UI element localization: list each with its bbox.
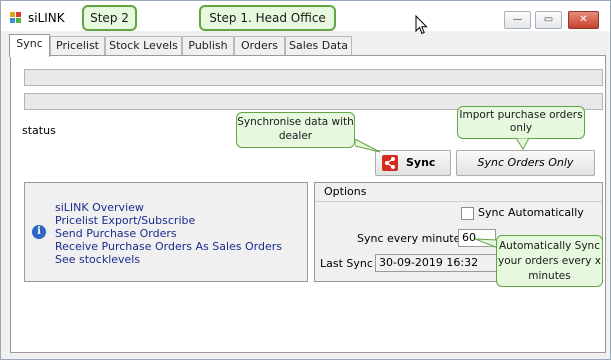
- sync-tab-panel: status Sync Sync Orders Only i siLINK Ov…: [10, 55, 606, 353]
- last-sync-field: 30-09-2019 16:32: [375, 254, 500, 272]
- sync-automatically-checkbox[interactable]: [461, 207, 474, 220]
- minimize-button[interactable]: —: [504, 11, 531, 29]
- tab-stock-levels[interactable]: Stock Levels: [105, 36, 182, 56]
- share-icon: [382, 155, 398, 171]
- tab-orders[interactable]: Orders: [234, 36, 285, 56]
- callout-step-1: Step 1. Head Office: [199, 5, 336, 31]
- sync-every-minutes-label: Sync every minutes: [357, 232, 467, 245]
- callout-import-po: Import purchase orders only: [457, 106, 585, 139]
- tab-sync[interactable]: Sync: [9, 34, 50, 57]
- last-sync-label: Last Sync: [320, 257, 373, 270]
- callout-step-2: Step 2: [82, 5, 137, 31]
- link-see-stocklevels[interactable]: See stocklevels: [55, 253, 140, 266]
- callout-auto-sync: Automatically Sync your orders every x m…: [496, 235, 603, 287]
- info-group: i siLINK Overview Pricelist Export/Subsc…: [24, 182, 308, 282]
- sync-automatically-label: Sync Automatically: [478, 206, 584, 219]
- callout-pointer: [516, 138, 530, 150]
- link-silink-overview[interactable]: siLINK Overview: [55, 201, 144, 214]
- link-send-purchase-orders[interactable]: Send Purchase Orders: [55, 227, 177, 240]
- status-label: status: [22, 124, 56, 137]
- callout-synchronise: Synchronise data with dealer: [236, 112, 355, 148]
- mouse-cursor-icon: [415, 15, 428, 35]
- tab-pricelist[interactable]: Pricelist: [50, 36, 105, 56]
- tab-sales-data[interactable]: Sales Data: [285, 36, 352, 56]
- info-icon: i: [32, 225, 46, 239]
- sync-orders-only-button[interactable]: Sync Orders Only: [456, 150, 595, 176]
- tab-publish[interactable]: Publish: [182, 36, 234, 56]
- progress-bar-1: [24, 69, 603, 86]
- maximize-button[interactable]: ▭: [535, 11, 562, 29]
- close-button[interactable]: ✕: [568, 11, 599, 29]
- window-title: siLINK: [28, 11, 65, 25]
- callout-pointer: [355, 139, 381, 153]
- sync-button[interactable]: Sync: [375, 150, 451, 176]
- sync-button-label: Sync: [406, 156, 436, 169]
- link-pricelist-export[interactable]: Pricelist Export/Subscribe: [55, 214, 195, 227]
- options-title: Options: [315, 183, 602, 202]
- link-receive-purchase-orders[interactable]: Receive Purchase Orders As Sales Orders: [55, 240, 282, 253]
- app-logo-icon: [10, 12, 22, 23]
- app-window: siLINK — ▭ ✕ Sync Pricelist Stock Levels…: [0, 0, 611, 360]
